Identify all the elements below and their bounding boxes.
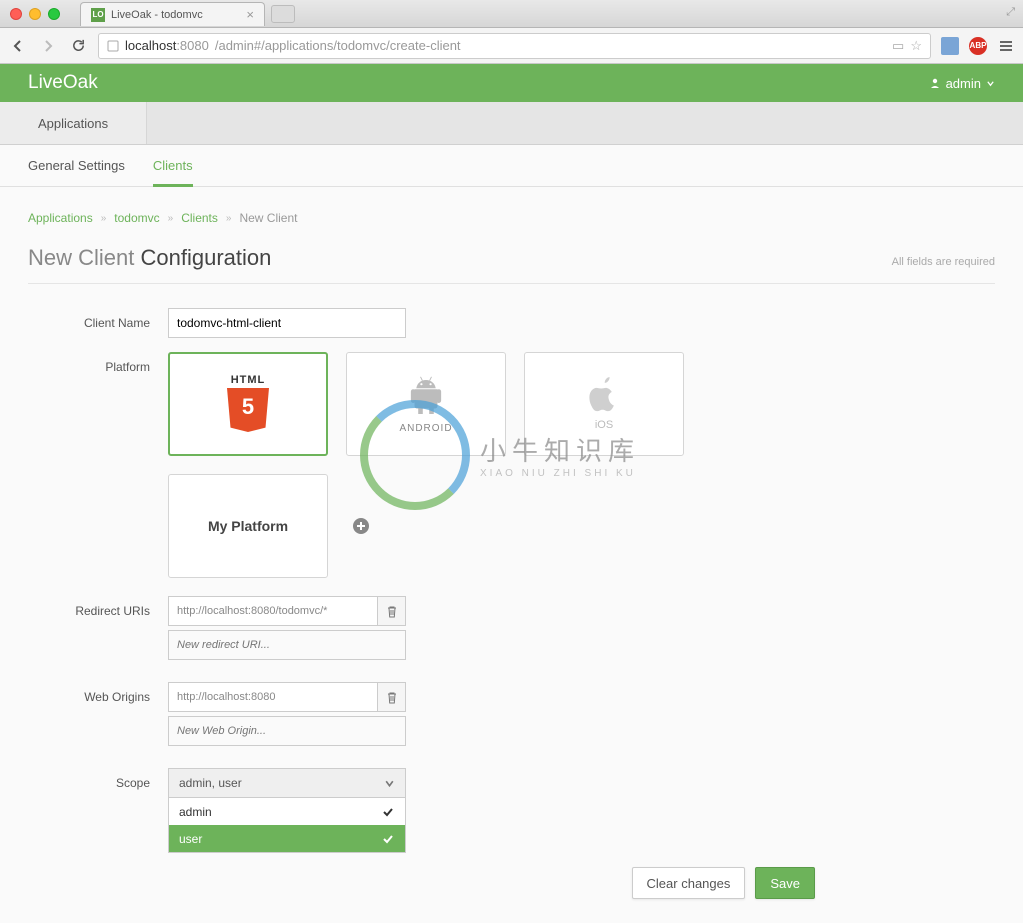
page-title: New Client Configuration bbox=[28, 245, 271, 271]
html5-icon: HTML bbox=[218, 374, 278, 434]
scope-dropdown: admin user bbox=[168, 798, 406, 853]
bookmark-star-icon[interactable]: ☆ bbox=[910, 38, 922, 54]
user-icon bbox=[929, 77, 941, 89]
chevron-down-icon bbox=[384, 778, 395, 789]
browser-toolbar: localhost:8080 /admin#/applications/todo… bbox=[0, 28, 1023, 64]
app-header: LiveOak admin bbox=[0, 64, 1023, 102]
client-name-input[interactable] bbox=[168, 308, 406, 338]
label-scope: Scope bbox=[28, 768, 168, 853]
label-redirect-uris: Redirect URIs bbox=[28, 596, 168, 664]
android-icon bbox=[404, 375, 448, 419]
extension-icon[interactable] bbox=[941, 37, 959, 55]
user-name: admin bbox=[946, 76, 981, 91]
window-expand-icon[interactable]: ⤢ bbox=[1006, 6, 1015, 19]
abp-icon[interactable]: ABP bbox=[969, 37, 987, 55]
redirect-uri-input-0[interactable] bbox=[168, 596, 378, 626]
breadcrumb-current: New Client bbox=[239, 211, 297, 225]
scope-option-user[interactable]: user bbox=[169, 825, 405, 852]
web-origin-new-input[interactable] bbox=[168, 716, 406, 746]
trash-icon bbox=[386, 605, 398, 618]
custom-platform-label: My Platform bbox=[208, 518, 288, 534]
add-platform-button[interactable] bbox=[346, 511, 376, 541]
platform-ios[interactable]: iOS bbox=[524, 352, 684, 456]
breadcrumb: Applications » todomvc » Clients » New C… bbox=[28, 211, 995, 225]
menu-icon[interactable] bbox=[997, 37, 1015, 55]
tab-title: LiveOak - todomvc bbox=[111, 9, 203, 21]
reload-button[interactable] bbox=[68, 36, 88, 56]
platform-android[interactable]: ANDROID bbox=[346, 352, 506, 456]
primary-tabs: Applications bbox=[0, 102, 1023, 145]
url-input[interactable]: localhost:8080 /admin#/applications/todo… bbox=[98, 33, 931, 59]
redirect-uri-new-input[interactable] bbox=[168, 630, 406, 660]
back-button[interactable] bbox=[8, 36, 28, 56]
favicon-icon: LO bbox=[91, 8, 105, 22]
required-note: All fields are required bbox=[892, 256, 995, 268]
browser-tab[interactable]: LO LiveOak - todomvc × bbox=[80, 2, 265, 26]
new-tab-button[interactable] bbox=[271, 5, 295, 23]
breadcrumb-separator: » bbox=[101, 213, 107, 224]
url-path: /admin#/applications/todomvc/create-clie… bbox=[215, 38, 461, 53]
android-label: ANDROID bbox=[399, 423, 452, 434]
window-maximize-button[interactable] bbox=[48, 8, 60, 20]
label-web-origins: Web Origins bbox=[28, 682, 168, 750]
secondary-tabs: General Settings Clients bbox=[0, 145, 1023, 187]
breadcrumb-separator: » bbox=[226, 213, 232, 224]
window-close-button[interactable] bbox=[10, 8, 22, 20]
breadcrumb-app-name[interactable]: todomvc bbox=[114, 211, 159, 225]
url-host: localhost:8080 bbox=[125, 38, 209, 53]
breadcrumb-clients[interactable]: Clients bbox=[181, 211, 218, 225]
delete-redirect-uri-button[interactable] bbox=[378, 596, 406, 626]
platform-custom[interactable]: My Platform bbox=[168, 474, 328, 578]
content-area: Applications » todomvc » Clients » New C… bbox=[0, 187, 1023, 923]
page-icon bbox=[107, 40, 119, 52]
tab-clients[interactable]: Clients bbox=[153, 145, 193, 186]
window-titlebar: LO LiveOak - todomvc × ⤢ bbox=[0, 0, 1023, 28]
platform-html5[interactable]: HTML bbox=[168, 352, 328, 456]
chevron-down-icon bbox=[986, 79, 995, 88]
web-origin-input-0[interactable] bbox=[168, 682, 378, 712]
label-client-name: Client Name bbox=[28, 308, 168, 338]
breadcrumb-applications[interactable]: Applications bbox=[28, 211, 93, 225]
scope-select[interactable]: admin, user bbox=[168, 768, 406, 798]
trash-icon bbox=[386, 691, 398, 704]
ios-label: iOS bbox=[595, 419, 613, 431]
check-icon bbox=[381, 805, 395, 819]
brand[interactable]: LiveOak bbox=[28, 72, 98, 94]
reader-mode-icon[interactable]: ▭ bbox=[892, 38, 904, 54]
scope-summary: admin, user bbox=[179, 776, 242, 790]
check-icon bbox=[381, 832, 395, 846]
breadcrumb-separator: » bbox=[168, 213, 174, 224]
save-button[interactable]: Save bbox=[755, 867, 815, 899]
tab-general-settings[interactable]: General Settings bbox=[28, 145, 125, 186]
window-minimize-button[interactable] bbox=[29, 8, 41, 20]
tab-applications[interactable]: Applications bbox=[0, 102, 147, 144]
label-platform: Platform bbox=[28, 352, 168, 578]
delete-web-origin-button[interactable] bbox=[378, 682, 406, 712]
forward-button[interactable] bbox=[38, 36, 58, 56]
clear-changes-button[interactable]: Clear changes bbox=[632, 867, 746, 899]
scope-option-admin[interactable]: admin bbox=[169, 798, 405, 825]
user-menu[interactable]: admin bbox=[929, 76, 995, 91]
tab-close-icon[interactable]: × bbox=[246, 7, 254, 22]
apple-icon bbox=[587, 377, 621, 417]
